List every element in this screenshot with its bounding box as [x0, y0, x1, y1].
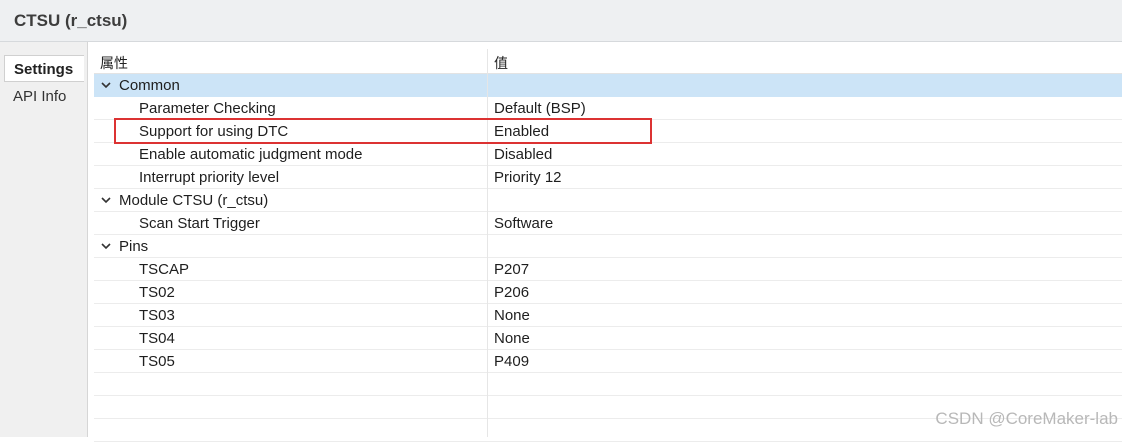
- chevron-down-icon[interactable]: [100, 194, 112, 206]
- property-value[interactable]: Default (BSP): [494, 100, 586, 117]
- property-label: Enable automatic judgment mode: [139, 146, 363, 163]
- property-row[interactable]: TS03 None: [94, 304, 1122, 327]
- property-label: TS04: [139, 330, 175, 347]
- property-row[interactable]: TS04 None: [94, 327, 1122, 350]
- property-row[interactable]: TS05 P409: [94, 350, 1122, 373]
- property-label: Common: [119, 77, 180, 94]
- column-header-value[interactable]: 值: [494, 53, 508, 73]
- properties-table: 属性 值 Common Parameter Checking Default (BS…: [94, 49, 1122, 442]
- highlight-annotation-box: [114, 118, 652, 144]
- group-row[interactable]: Common: [94, 74, 1122, 97]
- property-value[interactable]: P409: [494, 353, 529, 370]
- page-title: CTSU (r_ctsu): [14, 11, 128, 30]
- property-row[interactable]: TS02 P206: [94, 281, 1122, 304]
- empty-row: [94, 373, 1122, 396]
- property-value[interactable]: None: [494, 307, 530, 324]
- tab-bar: Settings API Info: [0, 42, 88, 437]
- property-label: Scan Start Trigger: [139, 215, 260, 232]
- property-value[interactable]: Software: [494, 215, 553, 232]
- property-value[interactable]: P206: [494, 284, 529, 301]
- property-label: Parameter Checking: [139, 100, 276, 117]
- property-value[interactable]: P207: [494, 261, 529, 278]
- tab-api-info[interactable]: API Info: [4, 83, 84, 110]
- property-label: Module CTSU (r_ctsu): [119, 192, 269, 209]
- property-row[interactable]: Scan Start Trigger Software: [94, 212, 1122, 235]
- property-row[interactable]: Enable automatic judgment mode Disabled: [94, 143, 1122, 166]
- tab-settings[interactable]: Settings: [4, 55, 84, 82]
- property-label: Interrupt priority level: [139, 169, 280, 186]
- chevron-down-icon[interactable]: [100, 240, 112, 252]
- watermark: CSDN @CoreMaker-lab: [935, 409, 1118, 428]
- property-label: TS05: [139, 353, 175, 370]
- property-label: TS02: [139, 284, 175, 301]
- property-label: TSCAP: [139, 261, 190, 278]
- property-value[interactable]: Disabled: [494, 146, 552, 163]
- property-value[interactable]: Priority 12: [494, 169, 562, 186]
- group-row[interactable]: Module CTSU (r_ctsu): [94, 189, 1122, 212]
- editor-header: CTSU (r_ctsu): [0, 0, 1122, 42]
- property-row[interactable]: Interrupt priority level Priority 12: [94, 166, 1122, 189]
- property-row[interactable]: Parameter Checking Default (BSP): [94, 97, 1122, 120]
- column-divider[interactable]: [487, 49, 488, 437]
- property-row[interactable]: TSCAP P207: [94, 258, 1122, 281]
- group-row[interactable]: Pins: [94, 235, 1122, 258]
- column-header-property[interactable]: 属性: [100, 53, 128, 73]
- property-value[interactable]: None: [494, 330, 530, 347]
- table-header: 属性 值: [94, 49, 1122, 74]
- property-label: Pins: [119, 238, 149, 255]
- chevron-down-icon[interactable]: [100, 79, 112, 91]
- property-label: TS03: [139, 307, 175, 324]
